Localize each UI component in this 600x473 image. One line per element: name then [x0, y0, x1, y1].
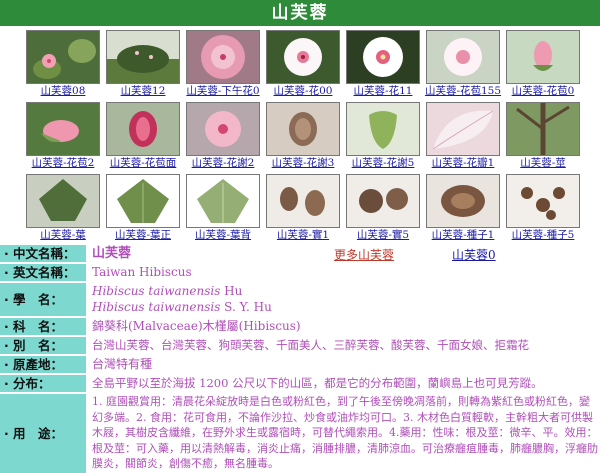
photo-seed-pod[interactable] — [266, 174, 340, 228]
photo-flower-bud[interactable] — [106, 102, 180, 156]
photo-shrub[interactable] — [106, 30, 180, 84]
gallery-caption[interactable]: 山芙蓉-種子5 — [500, 229, 586, 242]
gallery-item[interactable]: 山芙蓉-花謝5 — [346, 102, 420, 170]
gallery-item[interactable]: 山芙蓉-葉背 — [186, 174, 260, 242]
gallery-caption[interactable]: 山芙蓉08 — [20, 85, 106, 98]
row-english-name: · 英文名稱： Taiwan Hibiscus — [0, 264, 600, 281]
row-origin: · 原產地： 台灣特有種 — [0, 356, 600, 373]
more-link[interactable]: 更多山芙蓉 — [334, 246, 394, 263]
scientific-name-2: Hibiscus taiwanensis — [92, 300, 221, 314]
gallery-caption[interactable]: 山芙蓉12 — [100, 85, 186, 98]
photo-pink-flower[interactable] — [186, 30, 260, 84]
photo-flower-bud[interactable] — [426, 30, 500, 84]
row-distribution: · 分布： 全島平野以至於海拔 1200 公尺以下的山區，都是它的分布範圍，蘭嶼島… — [0, 375, 600, 392]
gallery-row-3: 山芙蓉-葉 山芙蓉-葉正 山芙蓉-葉背 山芙蓉-實1 山芙蓉-實5 山芙蓉-種子… — [0, 174, 600, 244]
row-family: · 科 名： 錦葵科(Malvaceae)木槿屬(Hibiscus) — [0, 318, 600, 335]
photo-green-pod[interactable] — [346, 102, 420, 156]
gallery-caption[interactable]: 山芙蓉-花苞0 — [500, 85, 586, 98]
gallery-caption[interactable]: 山芙蓉-葉正 — [100, 229, 186, 242]
gallery-item[interactable]: 山芙蓉-實1 — [266, 174, 340, 242]
photo-leaf[interactable] — [186, 174, 260, 228]
photo-seeds[interactable] — [506, 174, 580, 228]
photo-pink-flower[interactable] — [186, 102, 260, 156]
gallery-item[interactable]: 山芙蓉-葉 — [26, 174, 100, 242]
gallery-item[interactable]: 山芙蓉-花苞0 — [506, 30, 580, 98]
photo-seed-pod[interactable] — [346, 174, 420, 228]
gallery-row-1: 山芙蓉08 山芙蓉12 山芙蓉-下午花0 山芙蓉-花00 山芙蓉-花11 山芙蓉… — [0, 30, 600, 100]
gallery-item[interactable]: 山芙蓉-花苞155 — [425, 30, 501, 98]
author-1: Hu — [220, 284, 243, 298]
value-alias: 台灣山芙蓉、台灣芙蓉、狗頭芙蓉、千面美人、三醉芙蓉、酸芙蓉、千面女娘、拒霜花 — [90, 337, 600, 354]
gallery-caption[interactable]: 山芙蓉-實5 — [340, 229, 426, 242]
photo-flower-bud[interactable] — [506, 30, 580, 84]
label-scientific-name: · 學 名： — [0, 283, 86, 316]
label-distribution: · 分布： — [0, 375, 86, 392]
gallery-caption[interactable]: 山芙蓉-種子1 — [420, 229, 506, 242]
gallery-caption[interactable]: 山芙蓉-花謝2 — [180, 157, 266, 170]
value-scientific-name: Hibiscus taiwanensis Hu Hibiscus taiwane… — [90, 283, 600, 316]
gallery-caption[interactable]: 山芙蓉-花苞2 — [20, 157, 106, 170]
photo-white-flower[interactable] — [346, 30, 420, 84]
value-uses: 1. 庭園觀賞用：清晨花朵綻放時是白色或粉紅色，到了午後至傍晚凋落前，則轉為紫紅… — [90, 394, 600, 473]
gallery-caption[interactable]: 山芙蓉-莖 — [500, 157, 586, 170]
row-chinese-name: · 中文名稱： 山芙蓉 更多山芙蓉 山芙蓉0 — [0, 245, 600, 262]
value-distribution: 全島平野以至於海拔 1200 公尺以下的山區，都是它的分布範圍，蘭嶼島上也可見芳… — [90, 375, 600, 392]
gallery-item[interactable]: 山芙蓉-下午花0 — [186, 30, 260, 98]
photo-seeds[interactable] — [426, 174, 500, 228]
gallery-item[interactable]: 山芙蓉-花謝2 — [186, 102, 260, 170]
label-english-name: · 英文名稱： — [0, 264, 86, 281]
label-chinese-name: · 中文名稱： — [0, 245, 86, 262]
photo-leaf[interactable] — [106, 174, 180, 228]
photo-flower-leaves[interactable] — [26, 30, 100, 84]
value-english-name: Taiwan Hibiscus — [90, 264, 600, 281]
gallery-caption[interactable]: 山芙蓉-下午花0 — [180, 85, 266, 98]
gallery-item[interactable]: 山芙蓉-花00 — [266, 30, 340, 98]
row-alias: · 別 名： 台灣山芙蓉、台灣芙蓉、狗頭芙蓉、千面美人、三醉芙蓉、酸芙蓉、千面女娘… — [0, 337, 600, 354]
gallery-item[interactable]: 山芙蓉-種子1 — [426, 174, 500, 242]
gallery-caption[interactable]: 山芙蓉-花瓣1 — [420, 157, 506, 170]
gallery-caption[interactable]: 山芙蓉-實1 — [260, 229, 346, 242]
gallery-caption[interactable]: 山芙蓉-花謝5 — [340, 157, 426, 170]
value-family: 錦葵科(Malvaceae)木槿屬(Hibiscus) — [90, 318, 600, 335]
label-alias: · 別 名： — [0, 337, 86, 354]
gallery-caption[interactable]: 山芙蓉-花11 — [340, 85, 426, 98]
gallery-item[interactable]: 山芙蓉-花苞面 — [106, 102, 180, 170]
gallery-row-2: 山芙蓉-花苞2 山芙蓉-花苞面 山芙蓉-花謝2 山芙蓉-花謝3 山芙蓉-花謝5 — [0, 102, 600, 172]
gallery-caption[interactable]: 山芙蓉-花苞面 — [100, 157, 186, 170]
photo-seed-pod[interactable] — [266, 102, 340, 156]
gallery-item[interactable]: 山芙蓉-花瓣1 — [426, 102, 500, 170]
gallery-caption[interactable]: 山芙蓉-葉 — [20, 229, 106, 242]
author-2: S. Y. Hu — [220, 300, 272, 314]
value-origin: 台灣特有種 — [90, 356, 600, 373]
photo-stem[interactable] — [506, 102, 580, 156]
gallery-item[interactable]: 山芙蓉12 — [106, 30, 180, 98]
gallery-caption[interactable]: 山芙蓉-花苞155 — [420, 85, 506, 98]
photo-leaf[interactable] — [26, 174, 100, 228]
gallery-caption[interactable]: 山芙蓉-花謝3 — [260, 157, 346, 170]
gallery-item[interactable]: 山芙蓉-葉正 — [106, 174, 180, 242]
gallery-item[interactable]: 山芙蓉-花11 — [346, 30, 420, 98]
gallery-item[interactable]: 山芙蓉08 — [26, 30, 100, 98]
photo-white-flower[interactable] — [266, 30, 340, 84]
gallery-caption[interactable]: 山芙蓉-花00 — [260, 85, 346, 98]
row-uses: · 用 途： 1. 庭園觀賞用：清晨花朵綻放時是白色或粉紅色，到了午後至傍晚凋落前… — [0, 394, 600, 473]
variant-link[interactable]: 山芙蓉0 — [452, 246, 496, 263]
label-family: · 科 名： — [0, 318, 86, 335]
scientific-name-1: Hibiscus taiwanensis — [92, 284, 221, 298]
gallery-item[interactable]: 山芙蓉-種子5 — [506, 174, 580, 242]
photo-flower-bud[interactable] — [26, 102, 100, 156]
gallery-item[interactable]: 山芙蓉-花苞2 — [26, 102, 100, 170]
row-scientific-name: · 學 名： Hibiscus taiwanensis Hu Hibiscus t… — [0, 283, 600, 316]
page-title: 山芙蓉 — [0, 0, 600, 26]
label-origin: · 原產地： — [0, 356, 86, 373]
gallery-item[interactable]: 山芙蓉-實5 — [346, 174, 420, 242]
photo-petal[interactable] — [426, 102, 500, 156]
gallery-caption[interactable]: 山芙蓉-葉背 — [180, 229, 266, 242]
label-uses: · 用 途： — [0, 394, 86, 473]
gallery-item[interactable]: 山芙蓉-花謝3 — [266, 102, 340, 170]
value-chinese-name: 山芙蓉 — [90, 245, 290, 262]
gallery-item[interactable]: 山芙蓉-莖 — [506, 102, 580, 170]
